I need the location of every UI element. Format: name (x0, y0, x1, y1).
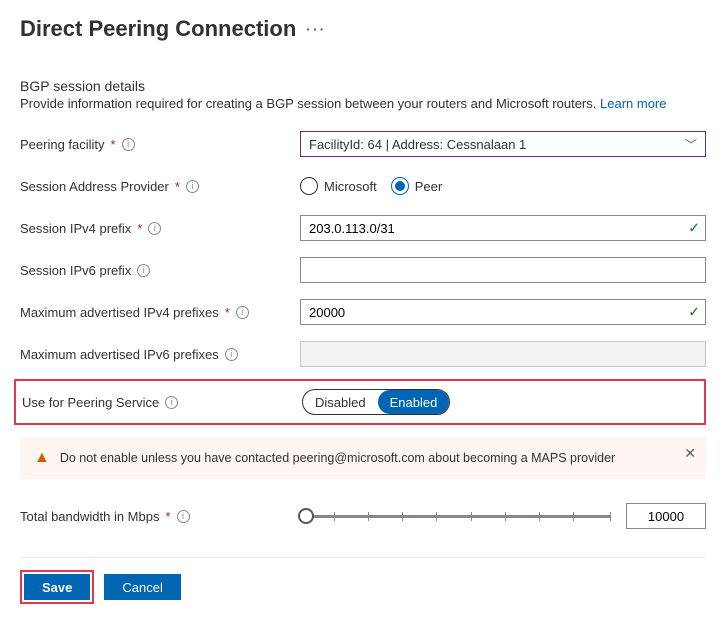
bandwidth-input[interactable] (626, 503, 706, 529)
cancel-button[interactable]: Cancel (104, 574, 180, 600)
required-mark: * (175, 179, 180, 194)
slider-line (300, 515, 610, 518)
max-ipv4-input[interactable] (300, 299, 706, 325)
info-icon[interactable]: i (225, 348, 238, 361)
highlight-peering-service: Use for Peering Service i Disabled Enabl… (14, 379, 706, 425)
required-mark: * (225, 305, 230, 320)
section-desc-text: Provide information required for creatin… (20, 96, 596, 111)
peering-service-label: Use for Peering Service (22, 395, 159, 410)
radio-microsoft[interactable]: Microsoft (300, 177, 377, 195)
row-bandwidth: Total bandwidth in Mbps * i (20, 499, 706, 533)
peering-service-toggle[interactable]: Disabled Enabled (302, 389, 450, 415)
row-peering-facility: Peering facility * i FacilityId: 64 | Ad… (20, 127, 706, 161)
slider-thumb[interactable] (298, 508, 314, 524)
radio-peer[interactable]: Peer (391, 177, 442, 195)
more-icon[interactable]: ··· (306, 21, 326, 37)
info-icon[interactable]: i (137, 264, 150, 277)
row-session-provider: Session Address Provider * i Microsoft P… (20, 169, 706, 203)
ipv4-prefix-input[interactable] (300, 215, 706, 241)
info-icon[interactable]: i (148, 222, 161, 235)
row-ipv6-prefix: Session IPv6 prefix i (20, 253, 706, 287)
warning-icon: ▲ (34, 449, 50, 467)
section-heading: BGP session details (20, 78, 706, 94)
page-title: Direct Peering Connection ··· (20, 16, 706, 42)
peering-facility-dropdown[interactable]: FacilityId: 64 | Address: Cessnalaan 1 ﹀ (300, 131, 706, 157)
required-mark: * (165, 509, 170, 524)
ipv6-prefix-input[interactable] (300, 257, 706, 283)
section-description: Provide information required for creatin… (20, 96, 706, 111)
title-text: Direct Peering Connection (20, 16, 296, 42)
chevron-down-icon: ﹀ (685, 136, 697, 153)
bandwidth-slider[interactable] (300, 506, 610, 526)
info-icon[interactable]: i (236, 306, 249, 319)
row-max-ipv6: Maximum advertised IPv6 prefixes i (20, 337, 706, 371)
footer: Save Cancel (20, 570, 706, 604)
info-icon[interactable]: i (165, 396, 178, 409)
required-mark: * (111, 137, 116, 152)
learn-more-link[interactable]: Learn more (600, 96, 666, 111)
ipv4-prefix-label: Session IPv4 prefix (20, 221, 131, 236)
radio-circle-icon (300, 177, 318, 195)
info-icon[interactable]: i (186, 180, 199, 193)
peering-facility-value: FacilityId: 64 | Address: Cessnalaan 1 (309, 137, 526, 152)
radio-microsoft-label: Microsoft (324, 179, 377, 194)
max-ipv4-label: Maximum advertised IPv4 prefixes (20, 305, 219, 320)
ipv6-prefix-label: Session IPv6 prefix (20, 263, 131, 278)
save-button[interactable]: Save (24, 574, 90, 600)
max-ipv6-input (300, 341, 706, 367)
maps-warning-alert: ▲ Do not enable unless you have contacte… (20, 437, 706, 479)
info-icon[interactable]: i (122, 138, 135, 151)
row-ipv4-prefix: Session IPv4 prefix * i ✓ (20, 211, 706, 245)
session-provider-label: Session Address Provider (20, 179, 169, 194)
info-icon[interactable]: i (177, 510, 190, 523)
radio-peer-label: Peer (415, 179, 442, 194)
alert-text: Do not enable unless you have contacted … (60, 451, 615, 465)
highlight-save: Save (20, 570, 94, 604)
peering-facility-label: Peering facility (20, 137, 105, 152)
close-icon[interactable]: ✕ (684, 445, 696, 462)
max-ipv6-label: Maximum advertised IPv6 prefixes (20, 347, 219, 362)
required-mark: * (137, 221, 142, 236)
toggle-enabled: Enabled (378, 390, 450, 414)
footer-divider (20, 557, 706, 558)
row-max-ipv4: Maximum advertised IPv4 prefixes * i ✓ (20, 295, 706, 329)
radio-circle-icon (391, 177, 409, 195)
toggle-disabled: Disabled (303, 390, 378, 414)
bandwidth-label: Total bandwidth in Mbps (20, 509, 159, 524)
